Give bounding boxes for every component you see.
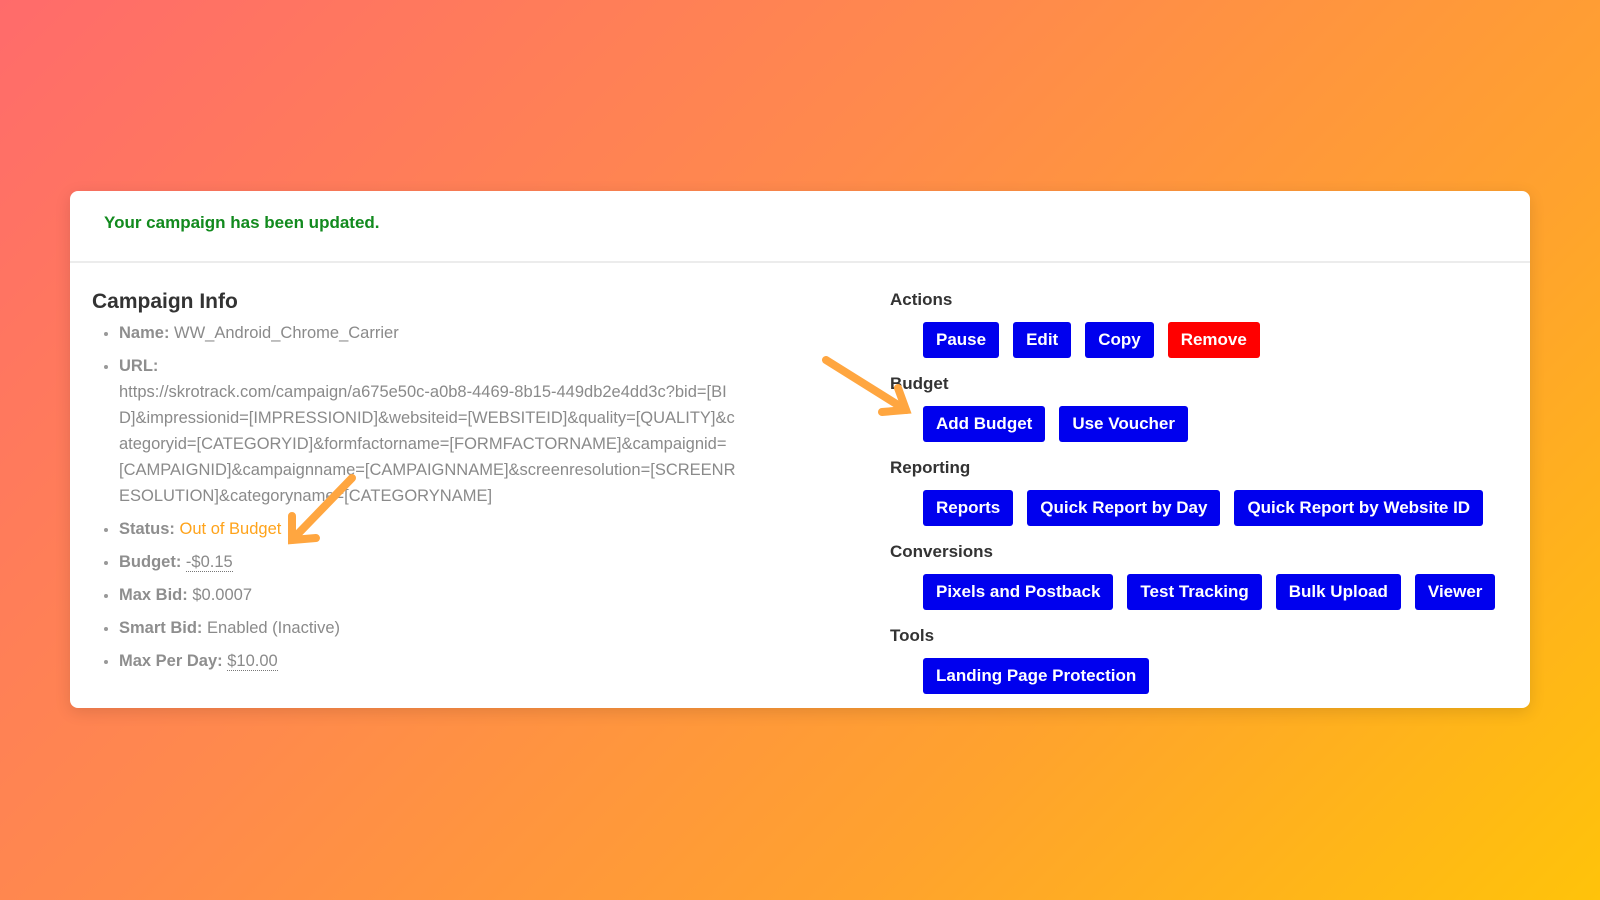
pixels-and-postback-button[interactable]: Pixels and Postback	[923, 574, 1114, 610]
reporting-title: Reporting	[890, 458, 971, 477]
info-smart-bid: Smart Bid: Enabled (Inactive)	[119, 615, 812, 641]
use-voucher-button[interactable]: Use Voucher	[1059, 406, 1188, 442]
test-tracking-button[interactable]: Test Tracking	[1127, 574, 1262, 610]
budget-title: Budget	[890, 374, 949, 393]
copy-button[interactable]: Copy	[1085, 322, 1154, 358]
max-per-day-label: Max Per Day:	[119, 652, 223, 670]
max-bid-label: Max Bid:	[119, 586, 188, 604]
actions-buttons: Pause Edit Copy Remove	[890, 322, 1510, 358]
status-label: Status:	[119, 520, 175, 538]
success-alert: Your campaign has been updated.	[70, 191, 1530, 263]
tools-buttons: Landing Page Protection	[890, 658, 1510, 694]
info-status: Status: Out of Budget	[119, 516, 812, 542]
info-budget: Budget: -$0.15	[119, 549, 812, 575]
budget-buttons: Add Budget Use Voucher	[890, 406, 1510, 442]
status-badge: Out of Budget	[179, 520, 282, 538]
landing-page-protection-button[interactable]: Landing Page Protection	[923, 658, 1150, 694]
remove-button[interactable]: Remove	[1167, 322, 1260, 358]
reporting-buttons: Reports Quick Report by Day Quick Report…	[890, 490, 1510, 526]
info-max-per-day: Max Per Day: $10.00	[119, 648, 812, 674]
actions-panel: Actions Pause Edit Copy Remove Budget Ad…	[890, 290, 1510, 708]
actions-title: Actions	[890, 290, 953, 309]
campaign-card: Your campaign has been updated. Campaign…	[70, 191, 1530, 708]
pause-button[interactable]: Pause	[923, 322, 1000, 358]
url-value: https://skrotrack.com/campaign/a675e50c-…	[119, 383, 736, 505]
info-max-bid: Max Bid: $0.0007	[119, 582, 812, 608]
campaign-info-list: Name: WW_Android_Chrome_Carrier URL: http…	[92, 320, 812, 674]
info-name: Name: WW_Android_Chrome_Carrier	[119, 320, 812, 346]
viewer-button[interactable]: Viewer	[1414, 574, 1496, 610]
url-label: URL:	[119, 357, 159, 375]
bulk-upload-button[interactable]: Bulk Upload	[1275, 574, 1401, 610]
conversions-title: Conversions	[890, 542, 993, 561]
tools-title: Tools	[890, 626, 935, 645]
add-budget-button[interactable]: Add Budget	[923, 406, 1046, 442]
smart-bid-label: Smart Bid:	[119, 619, 203, 637]
campaign-info-title: Campaign Info	[92, 290, 238, 313]
max-per-day-value: $10.00	[227, 652, 278, 671]
edit-button[interactable]: Edit	[1013, 322, 1072, 358]
quick-report-by-website-id-button[interactable]: Quick Report by Website ID	[1234, 490, 1484, 526]
info-url: URL: https://skrotrack.com/campaign/a675e…	[119, 353, 812, 509]
max-bid-value: $0.0007	[192, 586, 253, 604]
smart-bid-value: Enabled (Inactive)	[207, 619, 341, 637]
reports-button[interactable]: Reports	[923, 490, 1014, 526]
campaign-info-panel: Campaign Info Name: WW_Android_Chrome_Ca…	[92, 290, 812, 681]
conversions-buttons: Pixels and Postback Test Tracking Bulk U…	[890, 574, 1510, 610]
quick-report-by-day-button[interactable]: Quick Report by Day	[1027, 490, 1221, 526]
name-value: WW_Android_Chrome_Carrier	[174, 324, 399, 342]
budget-label: Budget:	[119, 553, 182, 571]
budget-value: -$0.15	[185, 553, 233, 572]
name-label: Name:	[119, 324, 170, 342]
